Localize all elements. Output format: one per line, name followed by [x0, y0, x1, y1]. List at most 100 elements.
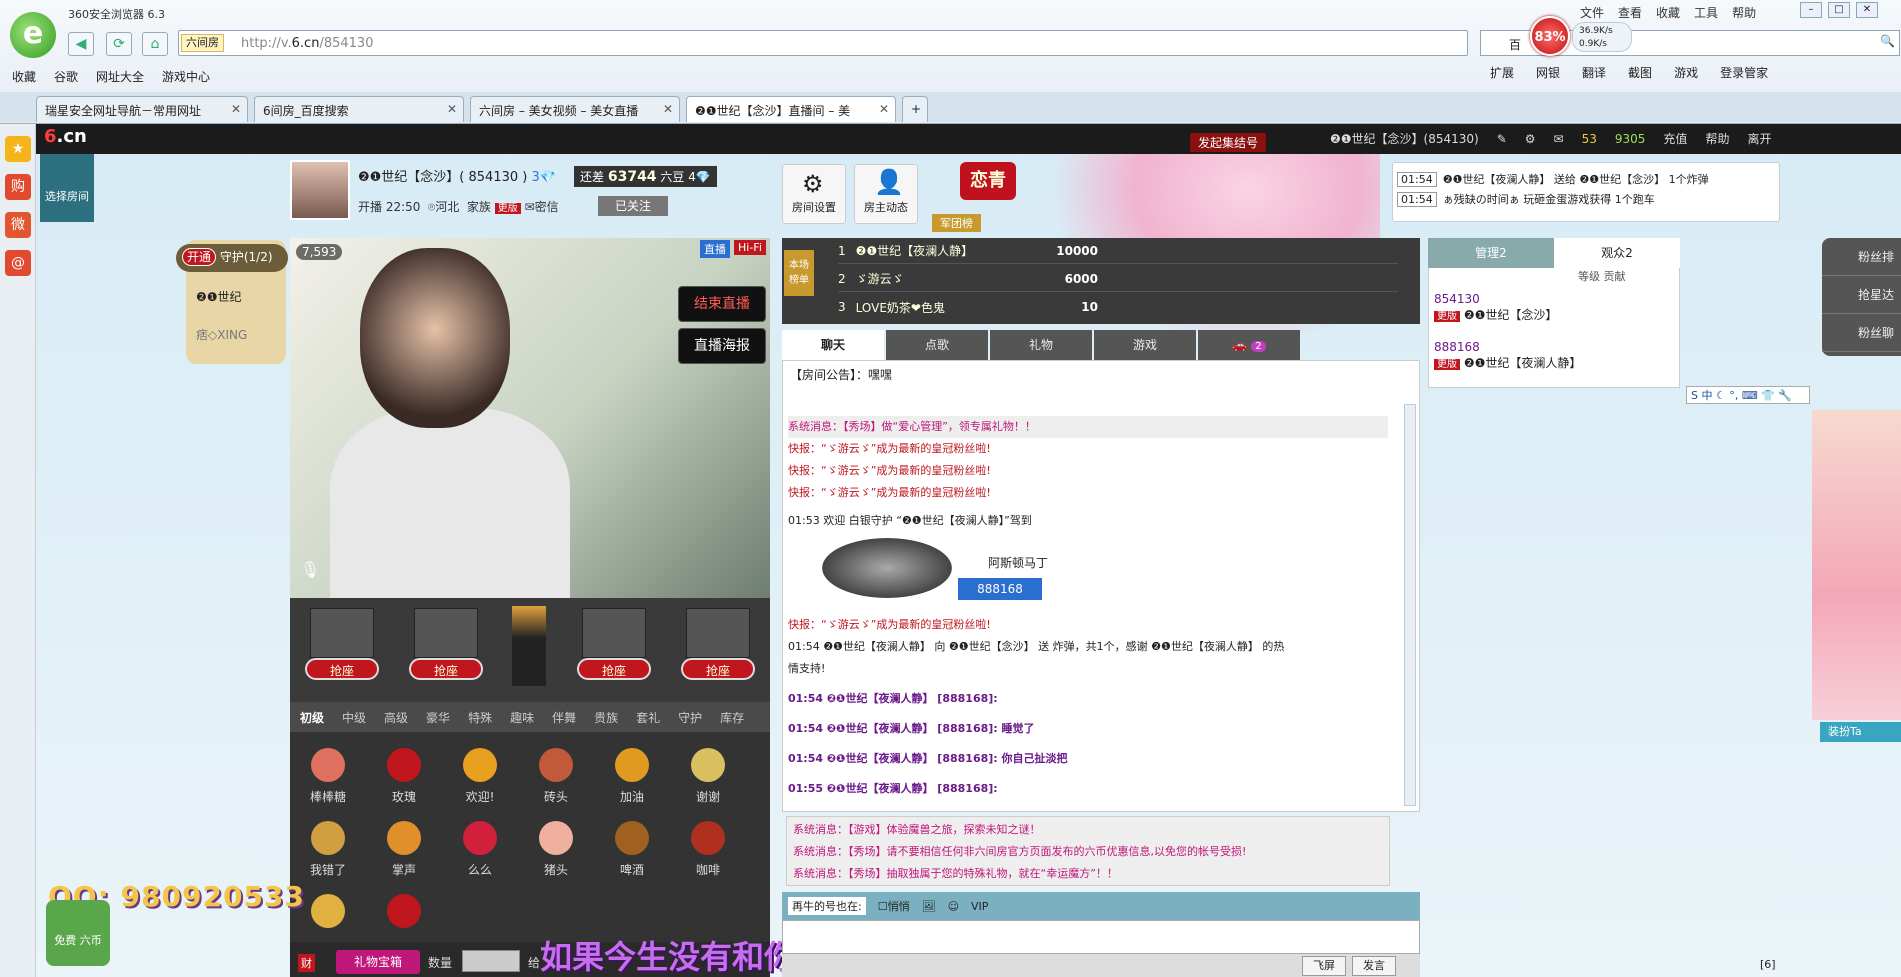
gift-tab[interactable]: 守护 — [678, 709, 702, 726]
refresh-icon[interactable]: ⟳ — [106, 32, 132, 56]
fly-screen-button[interactable]: 飞屏 — [1302, 956, 1346, 976]
gift-tab[interactable]: 初级 — [300, 709, 324, 726]
guard-member[interactable]: 痞◇XING — [196, 326, 247, 343]
leave-link[interactable]: 离开 — [1747, 130, 1771, 147]
live-poster-button[interactable]: 直播海报 — [678, 328, 766, 364]
gear-icon[interactable]: ⚙ — [1525, 132, 1536, 146]
help-link[interactable]: 帮助 — [1705, 130, 1729, 147]
close-icon[interactable]: ✕ — [663, 102, 673, 116]
fan-rank-button[interactable]: 粉丝排 — [1822, 238, 1901, 276]
follow-button[interactable]: 已关注 — [598, 196, 668, 216]
rank-row[interactable]: 3 LOVE奶茶❤色鬼 10 — [838, 294, 1398, 320]
sort-options[interactable]: 等级 贡献 — [1578, 268, 1626, 284]
whisper-checkbox[interactable]: ☐悄悄 — [878, 898, 910, 914]
tab-games[interactable]: 游戏 — [1094, 330, 1196, 360]
gift-tab[interactable]: 趣味 — [510, 709, 534, 726]
gift-item[interactable]: 棒棒糖 — [290, 748, 366, 805]
tab-baidu[interactable]: 6间房_百度搜索 ✕ — [254, 96, 464, 122]
shop-icon[interactable]: 购 — [5, 174, 31, 200]
gift-item[interactable]: 啤酒 — [594, 821, 670, 878]
gift-item[interactable]: 掌声 — [366, 821, 442, 878]
browser-logo-icon[interactable]: e — [10, 12, 56, 58]
chat-message[interactable]: 01:54 ❷❶世纪【夜澜人静】 [888168]: 睡觉了 — [788, 718, 1388, 740]
system-message[interactable]: 系统消息：【秀场】请不要相信任何非六间房官方页面发布的六币优惠信息,以免您的帐号… — [793, 841, 1383, 863]
guard-member[interactable]: ❷❶世纪 — [196, 288, 242, 305]
back-icon[interactable]: ◀ — [68, 32, 94, 56]
gift-tab[interactable]: 库存 — [720, 709, 744, 726]
chat-input[interactable] — [782, 920, 1420, 954]
tab-car[interactable]: 🚗 2 — [1198, 330, 1300, 360]
rank-row[interactable]: 1 ❷❶世纪【夜澜人静】 10000 — [838, 238, 1398, 264]
gift-box-button[interactable]: 礼物宝箱 — [336, 950, 420, 974]
close-icon[interactable]: ✕ — [879, 102, 889, 116]
gift-item[interactable]: 猪头 — [518, 821, 594, 878]
stop-live-button[interactable]: 结束直播 — [678, 286, 766, 322]
gift-item[interactable]: 我错了 — [290, 821, 366, 878]
gift-tab[interactable]: 特殊 — [468, 709, 492, 726]
maximize-icon[interactable]: □ — [1828, 2, 1850, 18]
image-icon[interactable]: 🖼 — [922, 900, 936, 913]
tool-extend[interactable]: 扩展 — [1490, 64, 1514, 81]
quantity-input[interactable] — [462, 950, 520, 972]
recharge-link[interactable]: 充值 — [1663, 130, 1687, 147]
site-logo[interactable]: 6.cn — [44, 126, 87, 147]
ime-toolbar[interactable]: S 中 ☾ °, ⌨ 👕 🔧 — [1686, 386, 1810, 404]
menu-tools[interactable]: 工具 — [1694, 4, 1718, 21]
send-button[interactable]: 发言 — [1352, 956, 1396, 976]
microphone-icon[interactable]: 🎙 — [300, 560, 320, 579]
gift-item[interactable]: 玫瑰 — [366, 748, 442, 805]
user-row[interactable]: 854130 更版 ❷❶世纪【念沙】 — [1434, 292, 1557, 323]
gift-tab[interactable]: 中级 — [342, 709, 366, 726]
choose-room-button[interactable]: 选择房间 — [40, 154, 94, 222]
tab-gifts[interactable]: 礼物 — [990, 330, 1092, 360]
tool-login[interactable]: 登录管家 — [1720, 64, 1768, 81]
address-bar[interactable]: 六间房 http://v.6.cn/854130 — [178, 30, 1468, 56]
user-row[interactable]: 888168 更版 ❷❶世纪【夜澜人静】 — [1434, 340, 1581, 371]
gift-tab[interactable]: 高级 — [384, 709, 408, 726]
header-username[interactable]: ❷❶世纪【念沙】(854130) — [1330, 130, 1479, 147]
mail-icon[interactable]: ✉ — [1554, 132, 1564, 146]
chat-message[interactable]: 01:54 ❷❶世纪【夜澜人静】 [888168]: — [788, 688, 1388, 710]
seat[interactable]: 抢座 — [681, 608, 755, 692]
seat[interactable]: 抢座 — [409, 608, 483, 692]
fav-google[interactable]: 谷歌 — [54, 68, 78, 85]
fan-chat-button[interactable]: 粉丝聊 — [1822, 314, 1901, 352]
anchor-avatar[interactable] — [290, 160, 350, 220]
menu-favorites[interactable]: 收藏 — [1656, 4, 1680, 21]
chat-message[interactable]: 01:54 ❷❶世纪【夜澜人静】 [888168]: 你自己扯淡把 — [788, 748, 1388, 770]
legion-rank-button[interactable]: 军团榜 — [932, 214, 981, 232]
gift-item[interactable]: 欢迎! — [442, 748, 518, 805]
close-icon[interactable]: ✕ — [231, 102, 241, 116]
tab-chat[interactable]: 聊天 — [782, 330, 884, 360]
gift-item[interactable] — [366, 894, 442, 934]
private-message-button[interactable]: ✉密信 — [525, 200, 559, 214]
tab-rising[interactable]: 瑞星安全网址导航－常用网址 ✕ — [36, 96, 248, 122]
fav-games[interactable]: 游戏中心 — [162, 68, 210, 85]
gift-item[interactable]: 咖啡 — [670, 821, 746, 878]
gift-tab[interactable]: 贵族 — [594, 709, 618, 726]
rank-row[interactable]: 2 ゞ游云ゞ 6000 — [838, 266, 1398, 292]
target-label[interactable]: 再牛的号也在: — [788, 897, 866, 915]
emoji-icon[interactable]: ☺ — [948, 900, 959, 913]
free-coin-button[interactable]: 免费 六币 — [46, 900, 110, 966]
tab-admins[interactable]: 管理2 — [1428, 238, 1554, 268]
gift-item[interactable]: 加油 — [594, 748, 670, 805]
tab-6cn[interactable]: 六间房 – 美女视频 – 美女直播 ✕ — [470, 96, 680, 122]
gift-item[interactable]: 么么 — [442, 821, 518, 878]
address-tag[interactable]: 六间房 — [181, 34, 224, 52]
gift-tab[interactable]: 伴舞 — [552, 709, 576, 726]
fav-hao[interactable]: 网址大全 — [96, 68, 144, 85]
menu-view[interactable]: 查看 — [1618, 4, 1642, 21]
chat-scrollbar[interactable] — [1404, 404, 1416, 806]
vip-icon[interactable]: VIP — [971, 900, 988, 913]
minimize-icon[interactable]: – — [1800, 2, 1822, 18]
new-tab-icon[interactable]: + — [902, 96, 928, 122]
tab-audience[interactable]: 观众2 — [1554, 238, 1680, 268]
edit-icon[interactable]: ✎ — [1497, 132, 1507, 146]
mail-icon[interactable]: @ — [5, 250, 31, 276]
seat[interactable]: 抢座 — [305, 608, 379, 692]
gift-tab[interactable]: 豪华 — [426, 709, 450, 726]
weibo-icon[interactable]: 微 — [5, 212, 31, 238]
lianqing-badge[interactable]: 恋青 — [960, 162, 1016, 200]
address-url[interactable]: http://v.6.cn/854130 — [241, 36, 373, 51]
